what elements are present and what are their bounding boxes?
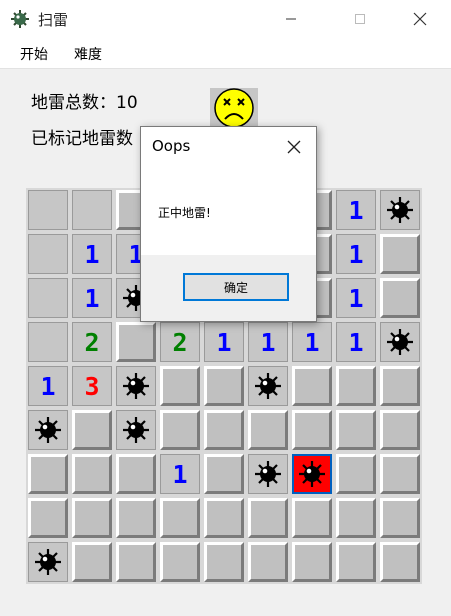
cell-mine[interactable] (380, 322, 420, 362)
cell-covered[interactable] (204, 366, 244, 406)
menu-difficulty[interactable]: 难度 (74, 44, 102, 64)
mine-icon (385, 327, 415, 357)
cell-covered[interactable] (204, 410, 244, 450)
title-bar: 扫雷 (0, 0, 451, 38)
cell-covered[interactable] (380, 278, 420, 318)
cell-number[interactable]: 1 (336, 322, 376, 362)
cell-empty[interactable] (28, 322, 68, 362)
cell-empty[interactable] (28, 190, 68, 230)
cell-covered[interactable] (292, 410, 332, 450)
window-title: 扫雷 (38, 11, 69, 29)
mine-icon (297, 459, 327, 489)
cell-covered[interactable] (336, 498, 376, 538)
cell-number[interactable]: 1 (336, 190, 376, 230)
cell-empty[interactable] (28, 278, 68, 318)
cell-mine[interactable] (28, 410, 68, 450)
cell-covered[interactable] (380, 410, 420, 450)
cell-covered[interactable] (72, 498, 112, 538)
cell-covered[interactable] (160, 542, 200, 582)
cell-mine[interactable] (116, 366, 156, 406)
cell-covered[interactable] (292, 542, 332, 582)
maximize-button[interactable] (337, 0, 383, 38)
cell-covered[interactable] (28, 498, 68, 538)
cell-covered[interactable] (204, 542, 244, 582)
cell-mine[interactable] (248, 366, 288, 406)
cell-covered[interactable] (116, 454, 156, 494)
cell-number[interactable]: 1 (336, 234, 376, 274)
mine-total-label: 地雷总数：10 (31, 93, 138, 113)
cell-covered[interactable] (160, 410, 200, 450)
cell-covered[interactable] (116, 542, 156, 582)
cell-covered[interactable] (380, 234, 420, 274)
cell-empty[interactable] (28, 234, 68, 274)
cell-covered[interactable] (380, 542, 420, 582)
cell-covered[interactable] (248, 542, 288, 582)
cell-covered[interactable] (160, 498, 200, 538)
cell-mine[interactable] (248, 454, 288, 494)
mine-icon (33, 415, 63, 445)
cell-covered[interactable] (248, 410, 288, 450)
oops-dialog: Oops 正中地雷! 确定 (140, 126, 317, 322)
mine-icon (253, 371, 283, 401)
dialog-message: 正中地雷! (158, 206, 211, 220)
cell-empty[interactable] (72, 190, 112, 230)
cell-covered[interactable] (28, 454, 68, 494)
cell-covered[interactable] (292, 498, 332, 538)
cell-number[interactable]: 1 (160, 454, 200, 494)
cell-covered[interactable] (204, 498, 244, 538)
cell-covered[interactable] (248, 498, 288, 538)
cell-covered[interactable] (336, 366, 376, 406)
cell-number[interactable]: 2 (160, 322, 200, 362)
cell-covered[interactable] (116, 498, 156, 538)
close-button[interactable] (397, 0, 443, 38)
cell-number[interactable]: 1 (248, 322, 288, 362)
mine-icon (33, 547, 63, 577)
cell-covered[interactable] (72, 542, 112, 582)
cell-number[interactable]: 1 (336, 278, 376, 318)
cell-covered[interactable] (72, 454, 112, 494)
cell-number[interactable]: 3 (72, 366, 112, 406)
cell-covered[interactable] (160, 366, 200, 406)
cell-number[interactable]: 1 (72, 234, 112, 274)
cell-mine[interactable] (116, 410, 156, 450)
cell-mine[interactable] (28, 542, 68, 582)
cell-number[interactable]: 1 (204, 322, 244, 362)
cell-covered[interactable] (336, 542, 376, 582)
dialog-title: Oops (152, 137, 191, 155)
menu-start[interactable]: 开始 (20, 44, 48, 64)
menu-bar: 开始 难度 (0, 38, 451, 69)
cell-covered[interactable] (72, 410, 112, 450)
cell-covered[interactable] (336, 410, 376, 450)
cell-mine[interactable] (380, 190, 420, 230)
minimize-button[interactable] (268, 0, 314, 38)
cell-exploded-mine[interactable] (292, 454, 332, 494)
cell-covered[interactable] (380, 498, 420, 538)
cell-covered[interactable] (380, 366, 420, 406)
ok-button[interactable]: 确定 (183, 273, 289, 301)
cell-covered[interactable] (292, 366, 332, 406)
mine-icon (121, 371, 151, 401)
mine-app-icon (10, 9, 30, 29)
cell-number[interactable]: 2 (72, 322, 112, 362)
cell-covered[interactable] (380, 454, 420, 494)
mine-icon (253, 459, 283, 489)
cell-covered[interactable] (116, 322, 156, 362)
cell-covered[interactable] (204, 454, 244, 494)
dialog-footer: 确定 (141, 255, 316, 321)
dialog-close-button[interactable] (281, 134, 307, 160)
cell-covered[interactable] (336, 454, 376, 494)
mine-icon (385, 195, 415, 225)
cell-number[interactable]: 1 (72, 278, 112, 318)
cell-number[interactable]: 1 (292, 322, 332, 362)
mine-icon (121, 415, 151, 445)
cell-number[interactable]: 1 (28, 366, 68, 406)
flagged-count-label: 已标记地雷数 (31, 129, 133, 149)
